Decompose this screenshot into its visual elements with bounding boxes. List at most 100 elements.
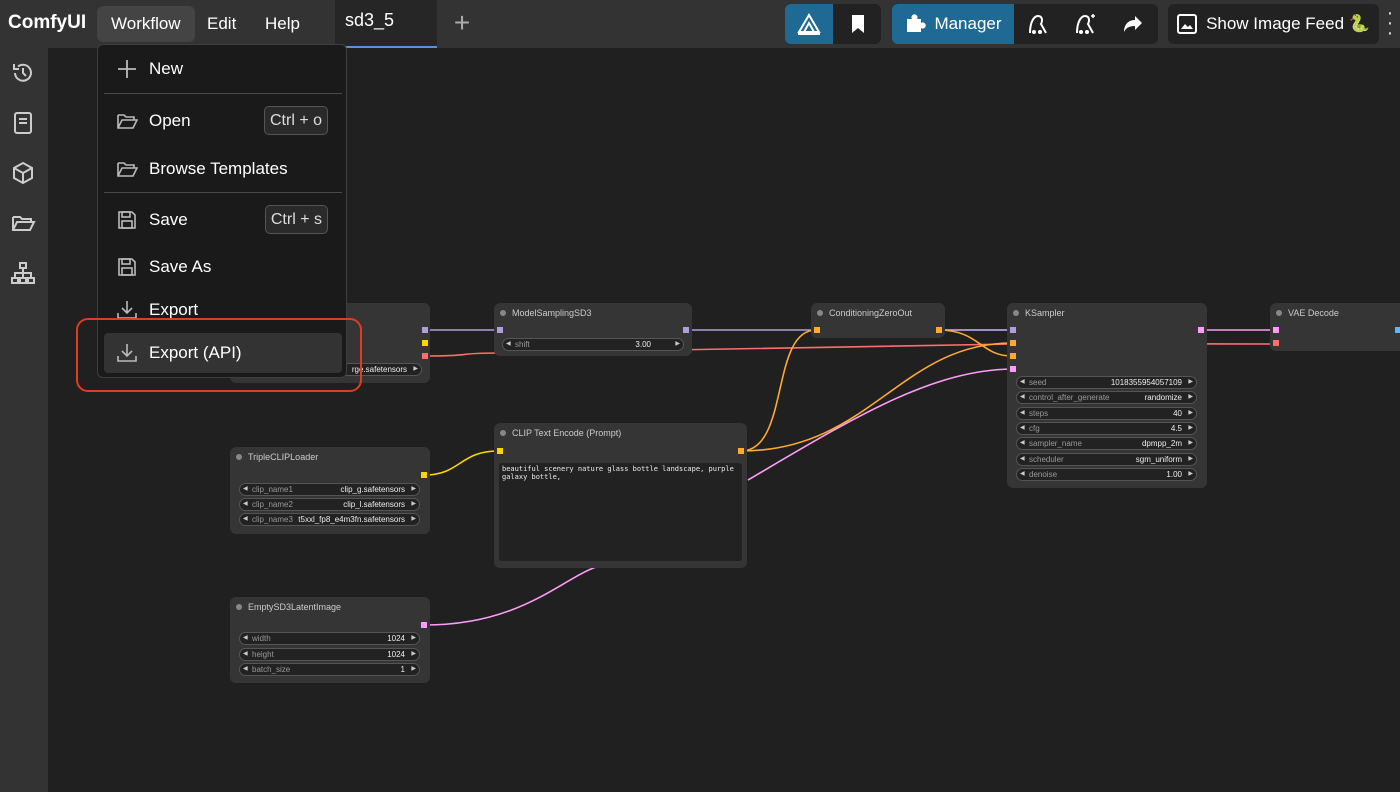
widget-denoise[interactable]: ◀ denoise 1.00 ▶	[1016, 467, 1197, 481]
bookmark-button[interactable]	[835, 4, 881, 44]
triple-clip-loader-node[interactable]: TripleCLIPLoader ◀ clip_name1 clip_g.safet…	[230, 447, 430, 534]
share-button[interactable]	[1110, 4, 1156, 44]
manager-button[interactable]: Manager	[892, 4, 1014, 44]
conditioning-output-slot[interactable]	[738, 448, 744, 454]
widget-batch-size[interactable]: ◀ batch_size 1 ▶	[239, 663, 420, 676]
prompt-textarea[interactable]: beautiful scenery nature glass bottle la…	[499, 463, 742, 561]
arrow-left-icon: ◀	[243, 486, 248, 492]
widget-seed[interactable]: ◀ seed 1018355954057109 ▶	[1016, 376, 1197, 389]
clip-input-slot[interactable]	[497, 448, 503, 454]
widget-height[interactable]: ◀ height 1024 ▶	[239, 647, 420, 661]
shortcut-badge: Ctrl + o	[263, 106, 328, 135]
menu-workflow[interactable]: Workflow	[97, 6, 195, 42]
bookmark-icon	[852, 15, 864, 33]
widget-value: randomize	[1144, 393, 1182, 403]
arrow-right-icon: ▶	[1188, 409, 1193, 416]
arrow-left-icon: ◀	[1020, 409, 1025, 416]
samples-input-slot[interactable]	[1273, 327, 1279, 333]
folder-open-icon[interactable]	[10, 210, 36, 236]
widget-label: clip_name3	[252, 515, 293, 524]
conditioning-input-slot[interactable]	[814, 327, 820, 333]
widget-label: clip_name1	[252, 485, 293, 494]
image-icon	[1177, 14, 1198, 34]
image-output-slot[interactable]	[1395, 327, 1400, 333]
free-memory-button[interactable]	[1062, 4, 1108, 44]
workflow-tab[interactable]: sd3_5	[335, 0, 437, 48]
unload-models-button[interactable]	[1016, 4, 1060, 44]
clip-text-encode-node[interactable]: CLIP Text Encode (Prompt) beautiful scen…	[494, 423, 747, 568]
model-output-slot[interactable]	[422, 327, 428, 333]
widget-label: batch_size	[252, 665, 291, 674]
new-tab-plus-icon[interactable]: +	[449, 8, 475, 40]
menu-item-new[interactable]: New	[104, 49, 342, 89]
model-input-slot[interactable]	[1010, 327, 1016, 333]
model-input-slot[interactable]	[497, 327, 503, 333]
widget-clip-name1[interactable]: ◀ clip_name1 clip_g.safetensors ▶	[239, 483, 420, 496]
widget-label: clip_name2	[252, 500, 293, 509]
negative-input-slot[interactable]	[1010, 353, 1016, 359]
menu-item-browse-templates[interactable]: Browse Templates	[104, 149, 342, 189]
arrow-left-icon: ◀	[1020, 455, 1025, 462]
menu-item-open[interactable]: Open Ctrl + o	[104, 101, 342, 141]
folder-open-icon	[117, 114, 138, 129]
ksampler-node[interactable]: KSampler ◀ seed 1018355954057109 ▶ ◀ control_…	[1007, 303, 1207, 488]
arrow-right-icon: ▶	[1188, 394, 1193, 401]
menu-item-label: Save As	[149, 257, 212, 276]
shift-widget[interactable]: ◀ shift 3.00 ▶	[502, 338, 684, 351]
widget-clip-name3[interactable]: ◀ clip_name3 t5xxl_fp8_e4m3fn.safetensors ▶	[239, 513, 420, 526]
widget-value: dpmpp_2m	[1141, 439, 1182, 449]
conditioning-zero-out-node[interactable]: ConditioningZeroOut	[811, 303, 945, 338]
comfy-logo-button[interactable]	[785, 4, 833, 44]
widget-cfg[interactable]: ◀ cfg 4.5 ▶	[1016, 421, 1197, 435]
menu-item-save-as[interactable]: Save As	[104, 247, 342, 287]
more-menu-icon[interactable]: · · ·	[1385, 3, 1395, 43]
widget-sampler-name[interactable]: ◀ sampler_name dpmpp_2m ▶	[1016, 437, 1197, 451]
widget-label: shift	[515, 340, 530, 349]
share-arrow-icon	[1124, 16, 1142, 32]
show-image-feed-button[interactable]: Show Image Feed 🐍	[1168, 4, 1379, 44]
arrow-right-icon: ▶	[411, 650, 416, 657]
conditioning-output-slot[interactable]	[936, 327, 942, 333]
model-sampling-node[interactable]: ModelSamplingSD3 ◀ shift 3.00 ▶	[494, 303, 692, 356]
menu-help[interactable]: Help	[251, 6, 314, 42]
history-icon[interactable]	[10, 60, 36, 86]
widget-label: seed	[1029, 378, 1047, 387]
widget-clip-name2[interactable]: ◀ clip_name2 clip_l.safetensors ▶	[239, 498, 420, 511]
clip-output-slot[interactable]	[422, 340, 428, 346]
menu-edit[interactable]: Edit	[193, 6, 250, 42]
vae-input-slot[interactable]	[1273, 340, 1279, 346]
model-output-slot[interactable]	[683, 327, 689, 333]
widget-scheduler[interactable]: ◀ scheduler sgm_uniform ▶	[1016, 452, 1197, 466]
model-cube-icon[interactable]	[10, 160, 36, 186]
menu-item-save[interactable]: Save Ctrl + s	[104, 200, 342, 240]
arrow-left-icon: ◀	[243, 501, 248, 507]
latent-output-slot[interactable]	[1198, 327, 1204, 333]
widget-steps[interactable]: ◀ steps 40 ▶	[1016, 406, 1197, 420]
arrow-right-icon: ▶	[675, 341, 680, 347]
widget-label: steps	[1029, 408, 1049, 418]
positive-input-slot[interactable]	[1010, 340, 1016, 346]
plus-icon	[118, 60, 136, 78]
node-tree-icon[interactable]	[10, 260, 36, 286]
arrow-left-icon: ◀	[506, 341, 511, 347]
menu-item-label: Export	[149, 300, 199, 319]
empty-latent-image-node[interactable]: EmptySD3LatentImage ◀ width 1024 ▶ ◀ height 10…	[230, 597, 430, 683]
latent-input-slot[interactable]	[1010, 366, 1016, 372]
clip-output-slot[interactable]	[421, 472, 427, 478]
widget-label: denoise	[1029, 469, 1058, 479]
widget-control-after-generate[interactable]: ◀ control_after_generate randomize ▶	[1016, 391, 1197, 405]
vae-output-slot[interactable]	[422, 353, 428, 359]
arrow-right-icon: ▶	[411, 501, 416, 507]
widget-value: 1024	[387, 649, 405, 659]
vae-decode-node[interactable]: VAE Decode	[1270, 303, 1400, 351]
node-title: ConditioningZeroOut	[811, 303, 945, 323]
latent-output-slot[interactable]	[421, 622, 427, 628]
arrow-left-icon: ◀	[243, 635, 248, 641]
menu-divider	[104, 93, 342, 94]
widget-width[interactable]: ◀ width 1024 ▶	[239, 632, 420, 645]
arrow-right-icon: ▶	[411, 516, 416, 522]
widget-value: 1024	[387, 634, 405, 643]
library-book-icon[interactable]	[10, 110, 36, 136]
widget-label: cfg	[1029, 423, 1040, 433]
menu-item-label: Browse Templates	[149, 159, 288, 178]
